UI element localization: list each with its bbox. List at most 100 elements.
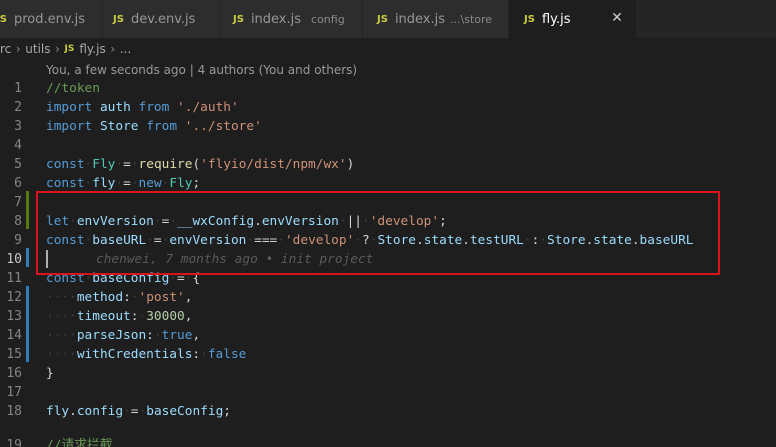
token-property: timeout: [76, 309, 131, 324]
breadcrumb: rc › utils › JS fly.js › ...: [0, 38, 776, 60]
line-number: 16: [6, 366, 22, 381]
token-keyword: const: [46, 176, 85, 191]
token-property: method: [76, 290, 124, 305]
line-number: 3: [14, 119, 22, 134]
chevron-right-icon: ›: [110, 42, 116, 56]
breadcrumb-item-src[interactable]: rc: [0, 42, 11, 56]
token-boolean: false: [207, 347, 247, 362]
code-line: 16 }: [0, 364, 776, 383]
line-number: 10: [6, 252, 22, 267]
tab-fly-js[interactable]: JS fly.js ✕: [509, 0, 637, 38]
token-punctuation: :: [123, 290, 131, 305]
code-line: 13 ····timeout:·30000,: [0, 307, 776, 326]
javascript-file-icon: JS: [64, 44, 75, 54]
tab-index-config[interactable]: JS index.js config: [221, 0, 363, 38]
token-operator: =: [123, 157, 131, 172]
chevron-right-icon: ›: [15, 42, 21, 56]
token-keyword: const: [46, 157, 85, 172]
token-punctuation: :: [192, 347, 201, 362]
javascript-file-icon: JS: [0, 13, 7, 25]
code-line: 4: [0, 136, 776, 155]
code-line: 15 ····withCredentials:·false: [0, 345, 776, 364]
token-punctuation: ;: [192, 176, 201, 191]
line-number: 7: [14, 195, 22, 210]
line-number: 8: [14, 214, 22, 229]
breadcrumb-item-utils[interactable]: utils: [25, 42, 50, 56]
token-operator: =: [123, 176, 131, 191]
token-punctuation: .: [69, 404, 77, 419]
line-number: 11: [6, 271, 22, 286]
line-number: 2: [14, 100, 22, 115]
tab-label: prod.env.js: [13, 11, 86, 27]
token-punctuation: ,: [184, 309, 193, 324]
line-number: 5: [14, 157, 22, 172]
token-class: Fly: [169, 176, 193, 191]
tab-description: config: [311, 12, 345, 26]
line-number: 15: [6, 347, 22, 362]
red-highlight-annotation: [36, 191, 720, 275]
javascript-file-icon: JS: [233, 13, 244, 25]
line-number: 18: [6, 404, 22, 419]
tab-label: index.js: [394, 11, 446, 27]
close-icon[interactable]: ✕: [610, 11, 624, 25]
tab-index-store[interactable]: JS index.js ...\store: [363, 0, 509, 38]
token-keyword: from: [146, 119, 178, 134]
tab-label: dev.env.js: [130, 11, 196, 27]
tab-description: ...\store: [450, 12, 493, 26]
line-number: 19: [6, 438, 22, 447]
token-function: require: [138, 157, 193, 172]
tab-prod-env[interactable]: JS prod.env.js: [0, 0, 103, 38]
code-line: 12 ····method:·'post',: [0, 288, 776, 307]
code-line: 2 import auth from './auth': [0, 98, 776, 117]
tab-dev-env[interactable]: JS dev.env.js: [103, 0, 221, 38]
tab-label: fly.js: [541, 11, 571, 27]
token-identifier: fly: [92, 176, 116, 191]
line-number: 12: [6, 290, 22, 305]
chevron-right-icon: ›: [55, 42, 60, 56]
tab-label: index.js: [250, 11, 302, 27]
line-number: 4: [14, 138, 22, 153]
line-number: 1: [14, 81, 22, 96]
breadcrumb-item-symbols[interactable]: ...: [120, 42, 131, 56]
token-punctuation: }: [46, 366, 54, 381]
token-identifier: baseConfig: [146, 404, 224, 419]
code-line: 19 //请求拦截: [0, 436, 776, 447]
breadcrumb-item-file[interactable]: fly.js: [79, 42, 105, 56]
token-string: '../store': [184, 119, 262, 134]
token-punctuation: ): [346, 157, 355, 172]
line-number: 6: [14, 176, 22, 191]
code-line: 18 fly.config·=·baseConfig;: [0, 402, 776, 421]
token-identifier: auth: [99, 100, 131, 115]
line-number: 9: [14, 233, 22, 248]
token-punctuation: :: [146, 328, 154, 343]
token-keyword: import: [46, 119, 93, 134]
token-punctuation: ,: [184, 290, 193, 305]
token-string: './auth': [177, 100, 239, 115]
code-line: 3 import Store from '../store': [0, 117, 776, 136]
code-line: 17: [0, 383, 776, 402]
token-boolean: true: [161, 328, 193, 343]
javascript-file-icon: JS: [377, 13, 388, 25]
token-keyword: from: [138, 100, 170, 115]
token-property: parseJson: [76, 328, 147, 343]
token-string: 'post': [138, 290, 185, 305]
comment: //请求拦截: [46, 438, 113, 447]
codelens-authors[interactable]: You, a few seconds ago | 4 authors (You …: [46, 63, 357, 77]
code-line: 1 //token: [0, 79, 776, 98]
token-keyword: import: [46, 100, 93, 115]
comment: //token: [46, 81, 100, 96]
token-keyword: new: [138, 176, 162, 191]
code-editor[interactable]: You, a few seconds ago | 4 authors (You …: [0, 60, 776, 447]
line-number: 17: [6, 385, 22, 400]
token-punctuation: ,: [192, 328, 201, 343]
code-line: 5 const·Fly·=·require('flyio/dist/npm/wx…: [0, 155, 776, 174]
token-class: Fly: [92, 157, 116, 172]
code-line: 14 ····parseJson:·true,: [0, 326, 776, 345]
token-operator: =: [130, 404, 139, 419]
token-punctuation: ;: [223, 404, 231, 419]
token-identifier: Store: [99, 119, 139, 134]
line-number: 13: [6, 309, 22, 324]
token-property: withCredentials: [76, 347, 193, 362]
javascript-file-icon: JS: [113, 13, 124, 25]
token-property: config: [76, 404, 124, 419]
